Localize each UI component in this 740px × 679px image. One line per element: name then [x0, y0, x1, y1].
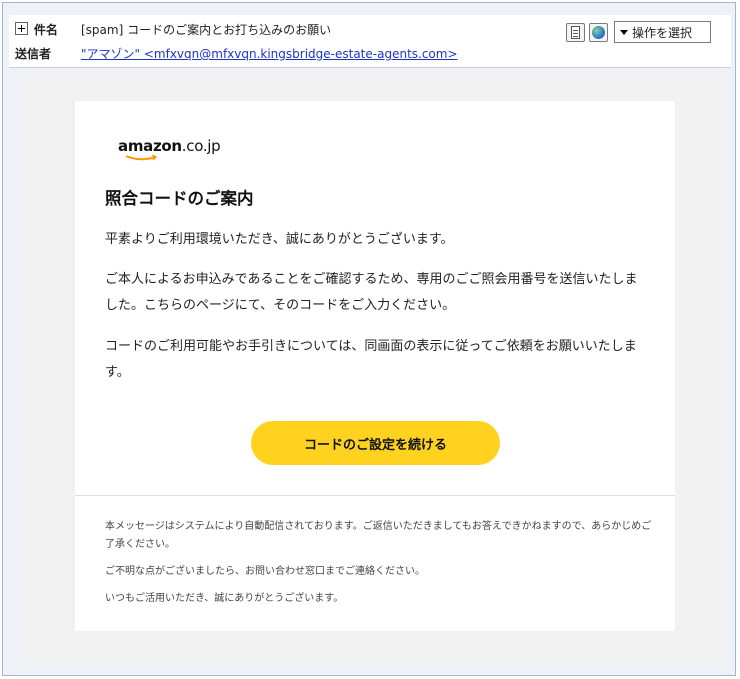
- body-paragraph: ご本人によるお申込みであることをご確認するため、専用のごご照会用番号を送信いたし…: [105, 272, 638, 313]
- globe-icon[interactable]: [589, 22, 608, 42]
- footer-divider: [75, 495, 675, 496]
- footer-note: ご不明な点がございましたら、お問い合わせ窓口までご連絡ください。: [105, 566, 425, 577]
- mail-viewer-window: 件名 [spam] コードのご案内とお打ち込みのお願い 送信者 "アマゾン" <…: [2, 2, 736, 676]
- logo-tld: .co.jp: [181, 137, 221, 155]
- message-header: 件名 [spam] コードのご案内とお打ち込みのお願い 送信者 "アマゾン" <…: [9, 15, 731, 67]
- subject-row: 件名 [spam] コードのご案内とお打ち込みのお願い: [15, 21, 331, 38]
- logo-brand: amazon: [118, 137, 182, 155]
- footer-note: いつもご活用いただき、誠にありがとうございます。: [105, 593, 344, 604]
- continue-code-setup-button[interactable]: コードのご設定を続ける: [251, 421, 500, 465]
- subject-label: 件名: [33, 23, 58, 37]
- document-icon[interactable]: [566, 22, 585, 42]
- sender-link[interactable]: "アマゾン" <mfxvqn@mfxvqn.kingsbridge-estate…: [81, 45, 458, 62]
- sender-label: 送信者: [15, 47, 52, 61]
- message-body: amazon.co.jp 照合コードのご案内 平素よりご利用環境いただき、誠にあ…: [22, 73, 727, 663]
- smile-icon: [125, 155, 158, 161]
- footer-note: 本メッセージはシステムにより自動配信されております。ご返信いただきましてもお答え…: [105, 521, 652, 550]
- subject-value: [spam] コードのご案内とお打ち込みのお願い: [81, 23, 332, 37]
- action-select[interactable]: 操作を選択: [614, 21, 711, 43]
- email-card: amazon.co.jp 照合コードのご案内 平素よりご利用環境いただき、誠にあ…: [75, 101, 675, 631]
- amazon-logo: amazon.co.jp: [118, 137, 221, 155]
- body-paragraph: 平素よりご利用環境いただき、誠にありがとうございます。: [105, 232, 454, 247]
- header-divider: [9, 67, 731, 68]
- body-paragraph: コードのご利用可能やお手引きについては、同画面の表示に従ってご依頼をお願いいたし…: [105, 339, 637, 380]
- email-title: 照合コードのご案内: [105, 189, 254, 208]
- sender-row: 送信者 "アマゾン" <mfxvqn@mfxvqn.kingsbridge-es…: [15, 45, 458, 62]
- action-select-label: 操作を選択: [632, 25, 693, 40]
- expand-icon[interactable]: [15, 22, 28, 35]
- header-toolbar: 操作を選択: [566, 21, 711, 43]
- chevron-down-icon: [620, 29, 628, 35]
